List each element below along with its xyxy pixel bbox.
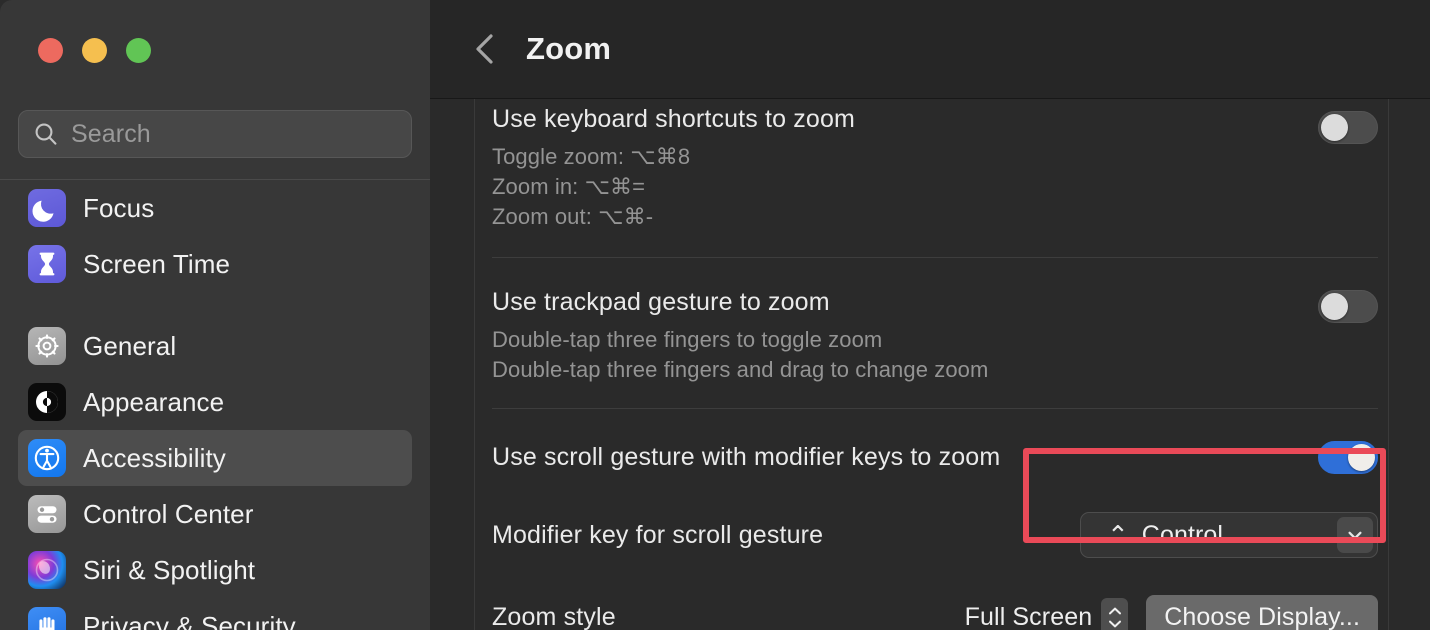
- sidebar-item-general[interactable]: General: [18, 318, 412, 374]
- row-trackpad-gesture: Use trackpad gesture to zoom Double-tap …: [492, 288, 1378, 385]
- control-symbol: ⌃: [1107, 520, 1129, 550]
- chevron-down-icon[interactable]: [1337, 517, 1373, 553]
- row-keyboard-shortcuts-text: Use keyboard shortcuts to zoom Toggle zo…: [492, 105, 855, 232]
- row-keyboard-shortcuts: Use keyboard shortcuts to zoom Toggle zo…: [492, 99, 1378, 232]
- settings-scroll-area[interactable]: Use keyboard shortcuts to zoom Toggle zo…: [430, 99, 1430, 630]
- row-modifier-key: Modifier key for scroll gesture ⌃ Contro…: [492, 512, 1378, 558]
- row-subtitle: Zoom in: ⌥⌘=: [492, 174, 646, 199]
- row-title: Use scroll gesture with modifier keys to…: [492, 443, 1001, 471]
- sidebar-item-accessibility[interactable]: Accessibility: [18, 430, 412, 486]
- sidebar-item-label: Siri & Spotlight: [83, 554, 256, 585]
- sidebar-group-2: General Appearance Accessibility Control…: [0, 318, 430, 630]
- page-title: Zoom: [526, 31, 612, 66]
- sidebar: Search Focus Screen Time General Appeara…: [0, 0, 430, 630]
- maximize-button[interactable]: [126, 38, 151, 63]
- siri-orb-icon: [28, 551, 66, 589]
- toggle-scroll-gesture[interactable]: [1318, 441, 1378, 474]
- sidebar-group-spacer: [0, 292, 430, 318]
- general-gear-icon: [28, 327, 66, 365]
- row-zoom-style: Zoom style Full Screen Choose Display...: [492, 595, 1378, 630]
- row-title: Zoom style: [492, 602, 616, 630]
- system-settings-window: Search Focus Screen Time General Appeara…: [0, 0, 1430, 630]
- search-placeholder: Search: [71, 119, 151, 148]
- search-input[interactable]: Search: [18, 110, 412, 158]
- search-field-wrapper: Search: [18, 110, 412, 158]
- row-subtitle: Double-tap three fingers to toggle zoom: [492, 327, 883, 352]
- minimize-button[interactable]: [82, 38, 107, 63]
- sidebar-item-label: Privacy & Security: [83, 610, 296, 630]
- zoom-style-popup[interactable]: Full Screen: [965, 598, 1129, 630]
- choose-display-button[interactable]: Choose Display...: [1146, 595, 1378, 630]
- modifier-key-popup[interactable]: ⌃ Control: [1080, 512, 1378, 558]
- search-icon: [33, 121, 59, 147]
- sidebar-item-label: Control Center: [83, 498, 254, 529]
- chevron-left-icon[interactable]: [472, 29, 498, 69]
- content-left-edge: [474, 99, 475, 630]
- sidebar-nav: Focus Screen Time General Appearance Acc…: [0, 180, 430, 630]
- toggle-knob: [1321, 114, 1348, 141]
- content-right-edge: [1388, 99, 1389, 630]
- row-subtitle: Double-tap three fingers and drag to cha…: [492, 357, 989, 382]
- toggle-keyboard-shortcuts[interactable]: [1318, 111, 1378, 144]
- sidebar-item-label: Appearance: [83, 386, 225, 417]
- row-trackpad-gesture-text: Use trackpad gesture to zoom Double-tap …: [492, 288, 988, 385]
- sidebar-item-label: Screen Time: [83, 248, 231, 279]
- row-title: Modifier key for scroll gesture: [492, 520, 824, 549]
- choose-display-label: Choose Display...: [1164, 602, 1360, 630]
- sidebar-item-label: Accessibility: [83, 442, 226, 473]
- row-subtitle: Toggle zoom: ⌥⌘8: [492, 144, 691, 169]
- main-pane: Zoom Use keyboard shortcuts to zoom Togg…: [430, 0, 1430, 630]
- zoom-style-controls: Full Screen Choose Display...: [965, 595, 1378, 630]
- sidebar-item-label: Focus: [83, 192, 155, 223]
- sidebar-item-appearance[interactable]: Appearance: [18, 374, 412, 430]
- toggle-knob: [1348, 444, 1375, 471]
- accessibility-person-icon: [28, 439, 66, 477]
- control-center-sliders-icon: [28, 495, 66, 533]
- focus-moon-icon: [28, 189, 66, 227]
- privacy-hand-icon: [28, 607, 66, 630]
- zoom-style-value: Full Screen: [964, 602, 1093, 630]
- toggle-knob: [1321, 293, 1348, 320]
- settings-rows: Use keyboard shortcuts to zoom Toggle zo…: [492, 99, 1378, 630]
- sidebar-item-privacy-security[interactable]: Privacy & Security: [18, 598, 412, 630]
- sidebar-item-siri-spotlight[interactable]: Siri & Spotlight: [18, 542, 412, 598]
- appearance-contrast-icon: [28, 383, 66, 421]
- pane-titlebar: Zoom: [430, 0, 1430, 99]
- row-subtitle: Zoom out: ⌥⌘-: [492, 204, 654, 229]
- close-button[interactable]: [38, 38, 63, 63]
- traffic-lights: [38, 38, 151, 63]
- chevron-up-down-icon[interactable]: [1101, 598, 1129, 630]
- sidebar-item-label: General: [83, 330, 177, 361]
- row-scroll-gesture: Use scroll gesture with modifier keys to…: [492, 441, 1378, 474]
- sidebar-item-control-center[interactable]: Control Center: [18, 486, 412, 542]
- screen-time-hourglass-icon: [28, 245, 66, 283]
- toggle-trackpad-gesture[interactable]: [1318, 290, 1378, 323]
- sidebar-group-1: Focus Screen Time: [0, 180, 430, 292]
- sidebar-item-screen-time[interactable]: Screen Time: [18, 236, 412, 292]
- modifier-key-value: Control: [1141, 520, 1224, 549]
- row-title: Use keyboard shortcuts to zoom: [492, 105, 855, 133]
- row-title: Use trackpad gesture to zoom: [492, 288, 830, 316]
- sidebar-item-focus[interactable]: Focus: [18, 180, 412, 236]
